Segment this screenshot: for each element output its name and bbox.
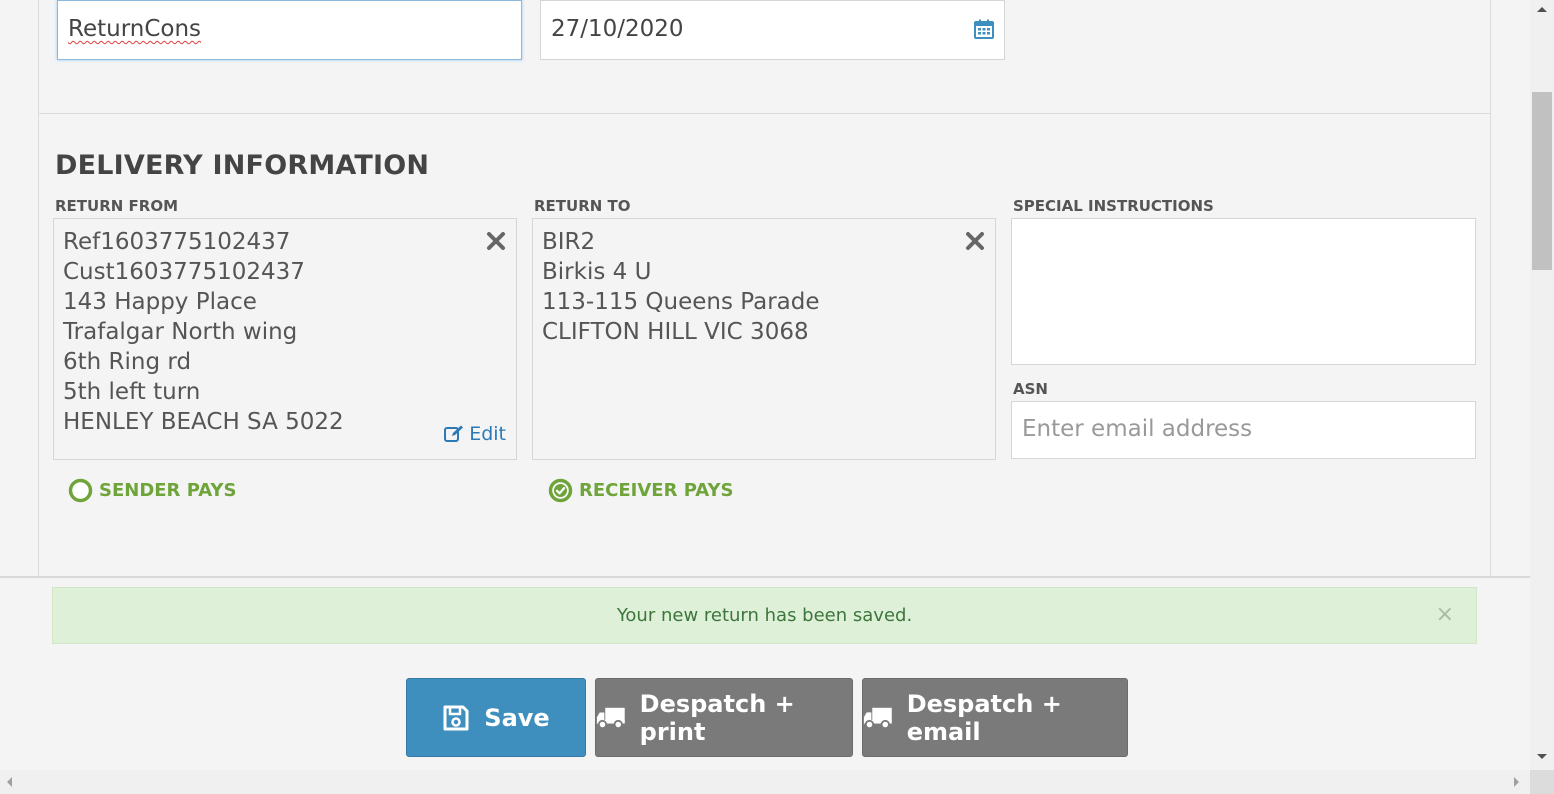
reference-input[interactable]: ReturnCons bbox=[57, 0, 522, 60]
despatch-print-label: Despatch + print bbox=[639, 689, 795, 746]
despatch-print-button[interactable]: Despatch + print bbox=[595, 678, 853, 757]
special-instructions-label: SPECIAL INSTRUCTIONS bbox=[1013, 197, 1214, 215]
truck-icon bbox=[863, 707, 892, 729]
address-line: 113-115 Queens Parade bbox=[542, 289, 820, 315]
receiver-pays-radio[interactable]: RECEIVER PAYS bbox=[548, 478, 733, 503]
address-line: 5th left turn bbox=[63, 379, 201, 405]
return-from-address: Ref1603775102437 Cust1603775102437 143 H… bbox=[53, 218, 517, 460]
vertical-scrollbar-thumb[interactable] bbox=[1532, 92, 1552, 270]
edit-icon bbox=[444, 425, 464, 442]
success-alert: Your new return has been saved. × bbox=[52, 587, 1477, 644]
calendar-icon[interactable] bbox=[974, 19, 994, 39]
save-button[interactable]: Save bbox=[406, 678, 586, 757]
address-line: Birkis 4 U bbox=[542, 259, 652, 285]
truck-icon bbox=[596, 707, 625, 729]
despatch-email-label: Despatch + email bbox=[906, 689, 1062, 746]
return-from-label: RETURN FROM bbox=[55, 197, 179, 215]
address-line: 143 Happy Place bbox=[63, 289, 257, 315]
asn-label: ASN bbox=[1013, 380, 1048, 398]
edit-address-link[interactable]: Edit bbox=[444, 419, 506, 449]
scroll-left-arrow-icon[interactable] bbox=[4, 775, 14, 789]
reference-value: ReturnCons bbox=[68, 16, 202, 42]
radio-unchecked-icon bbox=[68, 478, 93, 503]
receiver-pays-label: RECEIVER PAYS bbox=[579, 480, 734, 501]
return-to-label: RETURN TO bbox=[534, 197, 631, 215]
address-line: Ref1603775102437 bbox=[63, 229, 291, 255]
asn-email-input[interactable]: Enter email address bbox=[1011, 401, 1476, 459]
floppy-disk-icon bbox=[443, 705, 469, 730]
footer-divider bbox=[0, 576, 1530, 578]
address-line: CLIFTON HILL VIC 3068 bbox=[542, 319, 809, 345]
save-label: Save bbox=[484, 703, 550, 732]
asn-email-placeholder: Enter email address bbox=[1022, 416, 1253, 442]
address-line: Trafalgar North wing bbox=[63, 319, 298, 345]
horizontal-scrollbar[interactable] bbox=[0, 770, 1530, 794]
main-content: ReturnCons 27/10/2020 DELIVERY INFORMATI… bbox=[0, 0, 1530, 776]
clear-return-to-icon[interactable] bbox=[965, 231, 985, 251]
scroll-up-arrow-icon[interactable] bbox=[1535, 4, 1549, 14]
radio-checked-icon bbox=[548, 478, 573, 503]
sender-pays-label: SENDER PAYS bbox=[99, 480, 237, 501]
date-value: 27/10/2020 bbox=[551, 16, 684, 42]
delivery-information-heading: DELIVERY INFORMATION bbox=[55, 150, 430, 181]
address-line: HENLEY BEACH SA 5022 bbox=[63, 409, 344, 435]
edit-label: Edit bbox=[469, 423, 506, 445]
sender-pays-radio[interactable]: SENDER PAYS bbox=[68, 478, 236, 503]
address-line: Cust1603775102437 bbox=[63, 259, 305, 285]
alert-close-icon[interactable]: × bbox=[1436, 602, 1454, 627]
special-instructions-textarea[interactable] bbox=[1011, 218, 1476, 365]
return-to-address: BIR2 Birkis 4 U 113-115 Queens Parade CL… bbox=[532, 218, 996, 460]
date-input[interactable]: 27/10/2020 bbox=[540, 0, 1005, 60]
scroll-down-arrow-icon[interactable] bbox=[1535, 752, 1549, 762]
address-line: BIR2 bbox=[542, 229, 596, 255]
alert-message: Your new return has been saved. bbox=[616, 605, 913, 626]
address-line: 6th Ring rd bbox=[63, 349, 192, 375]
clear-return-from-icon[interactable] bbox=[486, 231, 506, 251]
despatch-email-button[interactable]: Despatch + email bbox=[862, 678, 1128, 757]
section-divider bbox=[38, 113, 1491, 114]
scroll-right-arrow-icon[interactable] bbox=[1512, 775, 1522, 789]
scrollbar-corner bbox=[1530, 770, 1554, 794]
